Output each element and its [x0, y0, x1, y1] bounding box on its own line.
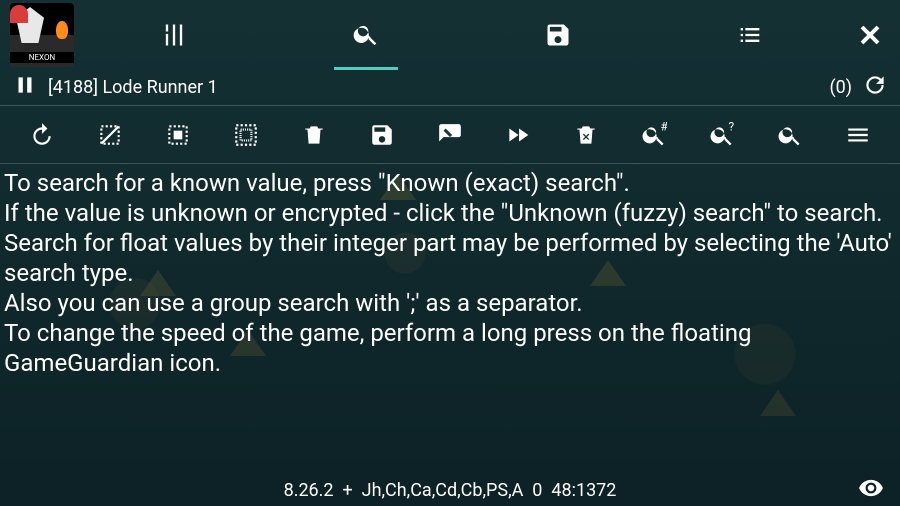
- pause-button[interactable]: [12, 72, 38, 103]
- svg-text:#: #: [661, 122, 668, 134]
- status-sep: +: [342, 480, 352, 501]
- undo-button[interactable]: [8, 106, 76, 163]
- toolbar: ✕ # ?: [0, 106, 900, 164]
- close-button[interactable]: [846, 19, 894, 51]
- search-button[interactable]: [756, 106, 824, 163]
- edit-value-button[interactable]: [416, 106, 484, 163]
- process-title: [4188] Lode Runner 1: [48, 77, 829, 98]
- help-line: To search for a known value, press "Know…: [4, 168, 894, 198]
- status-time: 48:1372: [551, 480, 616, 501]
- select-region-button[interactable]: [212, 106, 280, 163]
- fast-forward-button[interactable]: [484, 106, 552, 163]
- help-line: If the value is unknown or encrypted - c…: [4, 198, 894, 228]
- tab-tune[interactable]: [142, 0, 206, 70]
- select-all-button[interactable]: [144, 106, 212, 163]
- search-hash-button[interactable]: #: [620, 106, 688, 163]
- status-bar: 8.26.2 + Jh,Ch,Ca,Cd,Cb,PS,A 0 48:1372: [0, 474, 900, 506]
- tab-list[interactable]: [718, 0, 782, 70]
- delete-button[interactable]: [280, 106, 348, 163]
- help-line: To change the speed of the game, perform…: [4, 318, 894, 378]
- svg-text:?: ?: [729, 122, 735, 134]
- tab-save[interactable]: [526, 0, 590, 70]
- svg-text:✕: ✕: [582, 132, 590, 143]
- search-fuzzy-button[interactable]: ?: [688, 106, 756, 163]
- select-invert-button[interactable]: [76, 106, 144, 163]
- help-text: To search for a known value, press "Know…: [0, 164, 900, 474]
- menu-button[interactable]: [824, 106, 892, 163]
- app-icon[interactable]: NEXON: [10, 3, 74, 67]
- help-line: Search for float values by their integer…: [4, 228, 894, 288]
- app-icon-label: NEXON: [10, 52, 74, 63]
- status-version: 8.26.2: [284, 480, 334, 501]
- refresh-button[interactable]: [862, 72, 888, 103]
- save-button[interactable]: [348, 106, 416, 163]
- result-count: (0): [829, 77, 852, 98]
- tab-search[interactable]: [334, 0, 398, 70]
- status-regions: Jh,Ch,Ca,Cd,Cb,PS,A: [362, 480, 524, 501]
- status-zero: 0: [532, 480, 542, 501]
- clear-button[interactable]: ✕: [552, 106, 620, 163]
- visibility-toggle[interactable]: [858, 475, 884, 506]
- help-line: Also you can use a group search with ';'…: [4, 288, 894, 318]
